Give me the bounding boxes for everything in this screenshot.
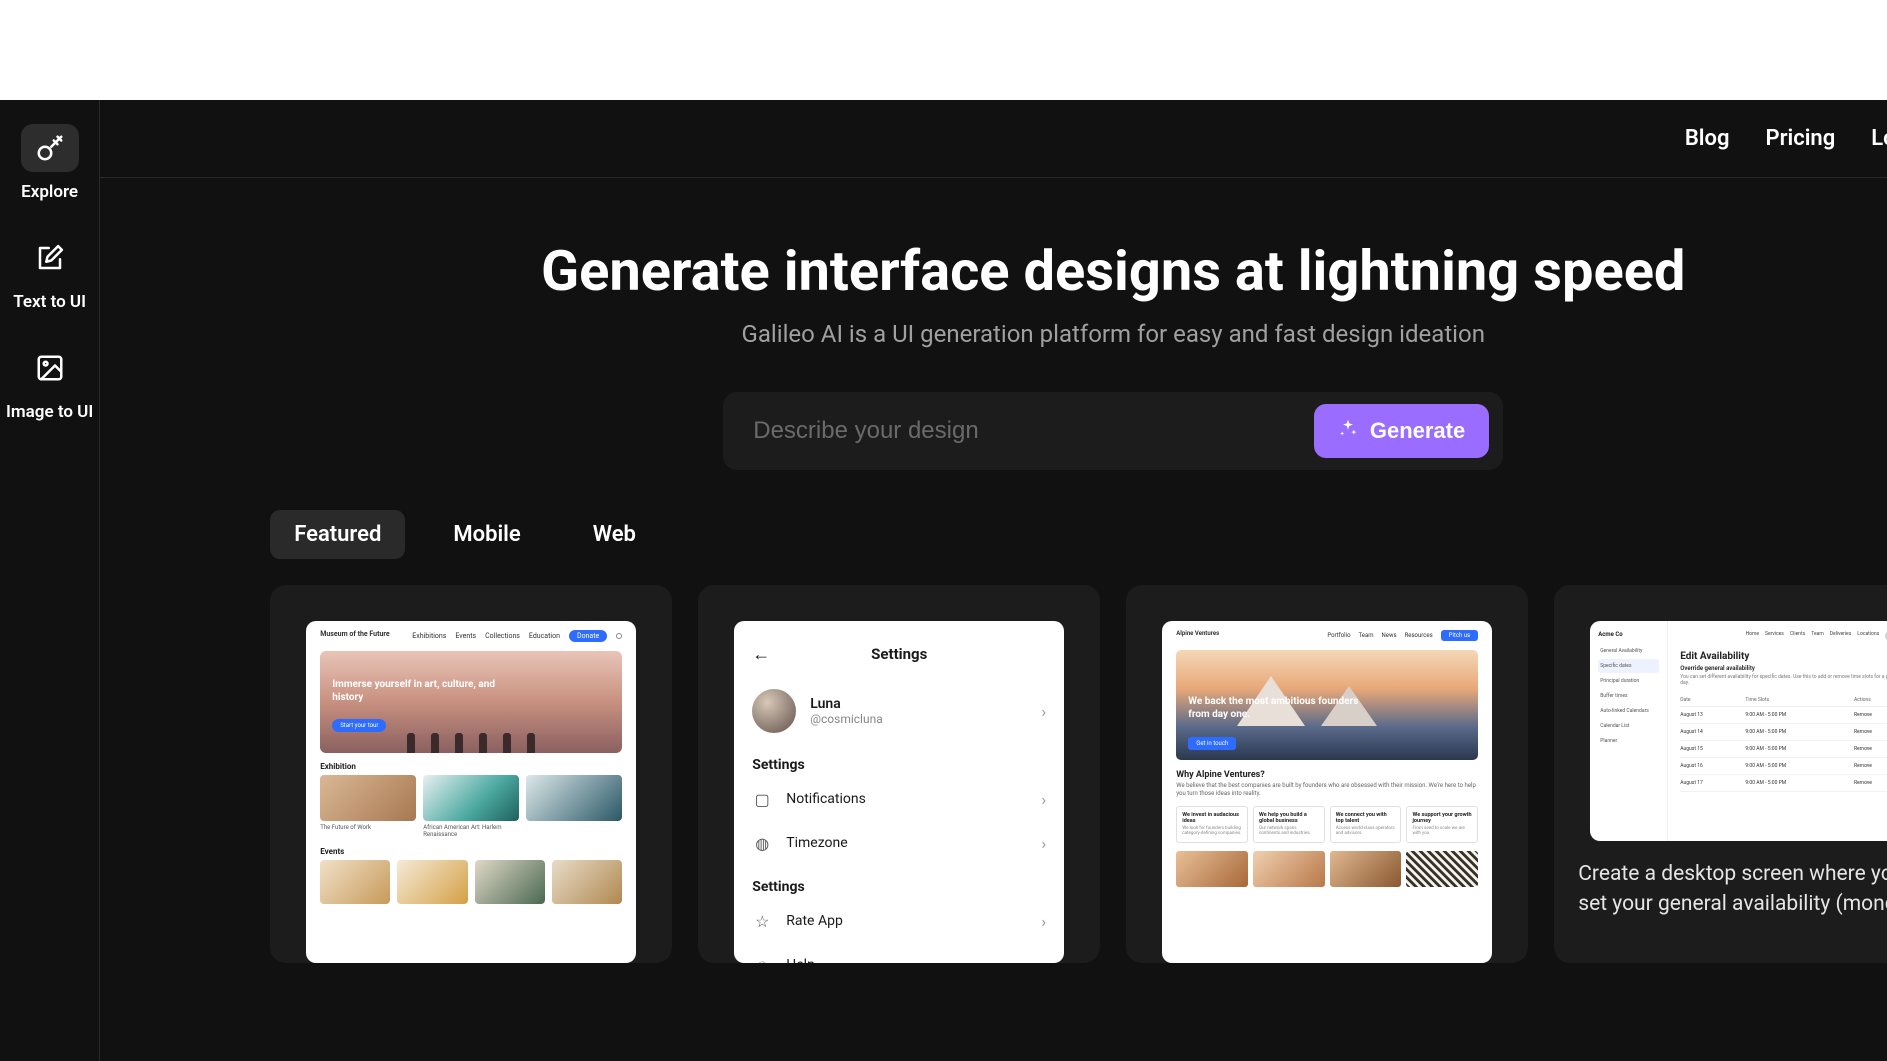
- sidebar-item-label: Image to UI: [6, 402, 93, 422]
- gallery-card-settings[interactable]: ← Settings Luna @cosmicluna › Settings ▢…: [698, 585, 1100, 963]
- image-icon: [21, 344, 79, 392]
- gallery-card-alpine[interactable]: Alpine Ventures Portfolio Team News Reso…: [1126, 585, 1528, 963]
- app-root: Explore Text to UI Image to UI Blog Pric…: [0, 100, 1887, 1061]
- chevron-right-icon: ›: [1041, 912, 1046, 931]
- sidebar-item-text-to-ui[interactable]: Text to UI: [0, 220, 99, 330]
- tab-web[interactable]: Web: [569, 510, 660, 559]
- star-icon: ☆: [752, 911, 772, 931]
- chevron-right-icon: ›: [1041, 956, 1046, 964]
- thumbnail: Acme Co General Availability Specific da…: [1590, 621, 1887, 841]
- main-content: Blog Pricing Log in Sign up Generate int…: [100, 100, 1887, 1061]
- card-caption: Create a desktop screen where you set yo…: [1554, 841, 1887, 920]
- hero-section: Generate interface designs at lightning …: [100, 178, 1887, 500]
- chevron-right-icon: ›: [1041, 702, 1046, 721]
- nav-login[interactable]: Log in: [1871, 126, 1887, 151]
- sidebar-item-label: Text to UI: [13, 292, 86, 312]
- nav-blog[interactable]: Blog: [1685, 126, 1730, 151]
- thumbnail: ← Settings Luna @cosmicluna › Settings ▢…: [734, 621, 1064, 963]
- sidebar: Explore Text to UI Image to UI: [0, 100, 100, 1061]
- tab-featured[interactable]: Featured: [270, 510, 405, 559]
- back-arrow-icon: ←: [752, 644, 770, 665]
- sidebar-item-label: Explore: [21, 182, 78, 202]
- browser-chrome-blank: [0, 0, 1887, 100]
- gallery-card-availability[interactable]: Acme Co General Availability Specific da…: [1554, 585, 1887, 963]
- generate-button[interactable]: Generate: [1314, 404, 1489, 458]
- sparkle-icon: [1338, 418, 1358, 444]
- gallery: Museum of the Future Exhibitions Events …: [100, 579, 1887, 963]
- prompt-bar: Generate: [723, 392, 1503, 470]
- prompt-input[interactable]: [753, 417, 1314, 445]
- globe-icon: ◍: [752, 833, 772, 853]
- thumbnail: Alpine Ventures Portfolio Team News Reso…: [1162, 621, 1492, 963]
- thumbnail: Museum of the Future Exhibitions Events …: [306, 621, 636, 963]
- edit-icon: [21, 234, 79, 282]
- thumb-brand: Museum of the Future: [320, 630, 389, 642]
- chevron-right-icon: ›: [1041, 834, 1046, 853]
- filter-tabs: Featured Mobile Web: [100, 500, 1887, 579]
- hero-subtitle: Galileo AI is a UI generation platform f…: [140, 320, 1887, 348]
- generate-label: Generate: [1370, 418, 1465, 444]
- sidebar-item-image-to-ui[interactable]: Image to UI: [0, 330, 99, 440]
- avatar: [752, 689, 796, 733]
- nav-pricing[interactable]: Pricing: [1766, 126, 1836, 151]
- help-icon: ◌: [752, 955, 772, 963]
- gallery-card-museum[interactable]: Museum of the Future Exhibitions Events …: [270, 585, 672, 963]
- sidebar-item-explore[interactable]: Explore: [0, 110, 99, 220]
- chevron-right-icon: ›: [1041, 790, 1046, 809]
- explore-icon: [21, 124, 79, 172]
- hero-title: Generate interface designs at lightning …: [140, 238, 1887, 304]
- top-nav: Blog Pricing Log in Sign up: [100, 100, 1887, 178]
- bell-icon: ▢: [752, 789, 772, 809]
- tab-mobile[interactable]: Mobile: [429, 510, 544, 559]
